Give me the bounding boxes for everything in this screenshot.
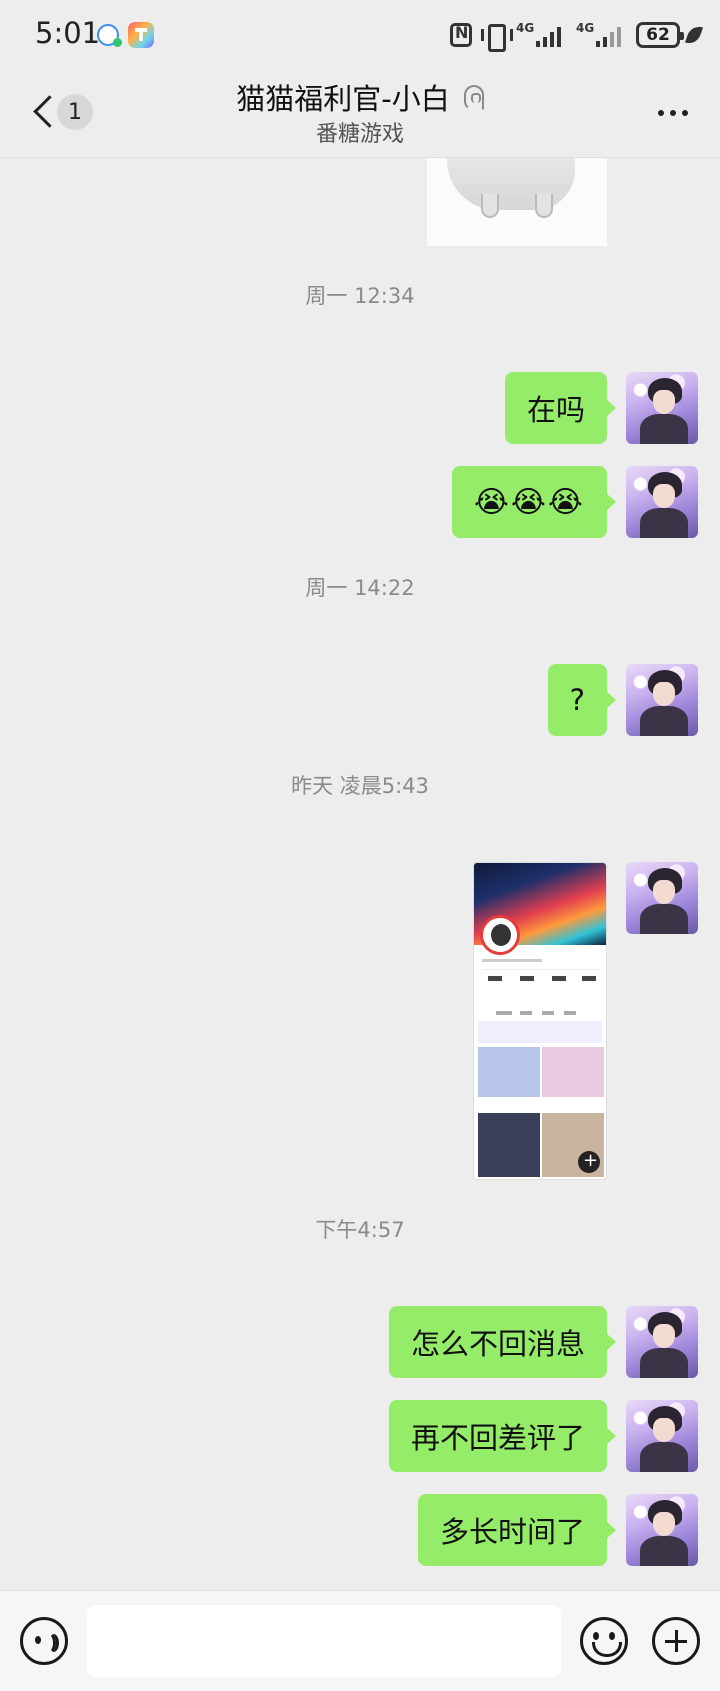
vibrate-icon bbox=[480, 23, 513, 52]
emoji-icon[interactable] bbox=[580, 1617, 628, 1665]
signal-icon: 4G bbox=[576, 21, 628, 49]
timestamp: 周一 12:34 bbox=[305, 284, 415, 308]
avatar[interactable] bbox=[626, 1400, 698, 1472]
chat-title: 猫猫福利官-小白 bbox=[236, 82, 450, 116]
battery-icon: 62 bbox=[636, 22, 684, 48]
chat-title-row: 猫猫福利官-小白 bbox=[0, 76, 720, 118]
more-dots-icon[interactable] bbox=[658, 110, 688, 116]
text-message[interactable]: 怎么不回消息 bbox=[388, 1306, 617, 1378]
text-message[interactable]: ? bbox=[547, 664, 617, 736]
image-message-cat-sticker[interactable] bbox=[427, 158, 607, 246]
avatar[interactable] bbox=[626, 1306, 698, 1378]
nfc-icon bbox=[450, 23, 472, 47]
status-icons: 4G 4G 62 bbox=[450, 18, 704, 52]
message-input[interactable] bbox=[87, 1605, 561, 1677]
battery-level: 62 bbox=[646, 25, 670, 45]
image-message-screenshot[interactable] bbox=[473, 862, 607, 1180]
chat-subtitle: 番糖游戏 bbox=[315, 122, 404, 147]
text-message[interactable]: 在吗 bbox=[504, 372, 617, 444]
leaf-icon bbox=[684, 23, 704, 47]
avatar[interactable] bbox=[626, 664, 698, 736]
chat-notification-icon bbox=[97, 24, 122, 47]
message-list[interactable]: 周一 12:34 在吗 😭😭😭 周一 14:22 ? 昨天 凌晨5:43 下 bbox=[0, 158, 720, 1590]
avatar[interactable] bbox=[626, 862, 698, 934]
voice-icon[interactable] bbox=[20, 1617, 68, 1665]
avatar[interactable] bbox=[626, 372, 698, 444]
status-bar: 5:01 4G 4G 62 bbox=[0, 0, 720, 68]
signal-icon: 4G bbox=[516, 21, 568, 49]
text-message[interactable]: 多长时间了 bbox=[417, 1494, 617, 1566]
timestamp: 周一 14:22 bbox=[305, 576, 415, 600]
text-message[interactable]: 再不回差评了 bbox=[388, 1400, 617, 1472]
timestamp: 昨天 凌晨5:43 bbox=[291, 774, 429, 798]
status-time: 5:01 bbox=[35, 16, 101, 50]
ear-icon bbox=[463, 85, 484, 111]
chat-screen: 5:01 4G 4G 62 1 猫猫福利官-小白 番糖游戏 bbox=[0, 0, 720, 1691]
input-bar bbox=[0, 1590, 720, 1691]
text-message[interactable]: 😭😭😭 bbox=[451, 466, 617, 538]
avatar[interactable] bbox=[626, 1494, 698, 1566]
avatar[interactable] bbox=[626, 466, 698, 538]
chat-header: 1 猫猫福利官-小白 番糖游戏 bbox=[0, 68, 720, 158]
tools-app-icon bbox=[128, 22, 154, 48]
timestamp: 下午4:57 bbox=[315, 1218, 405, 1242]
plus-icon[interactable] bbox=[652, 1617, 700, 1665]
